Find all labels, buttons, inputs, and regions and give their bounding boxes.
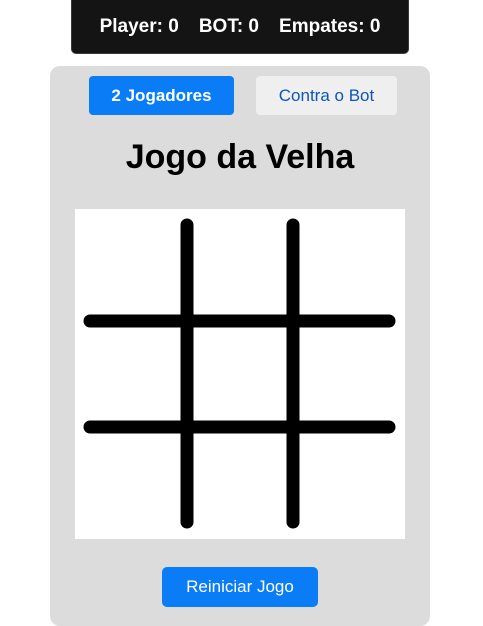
ties-score: Empates: 0 bbox=[279, 15, 381, 37]
player-score: Player: 0 bbox=[99, 15, 179, 37]
board-cell-1[interactable] bbox=[80, 214, 190, 324]
board-cell-5[interactable] bbox=[187, 321, 297, 431]
game-board bbox=[75, 209, 405, 539]
board-cell-3[interactable] bbox=[294, 214, 404, 324]
board-cell-8[interactable] bbox=[187, 428, 297, 538]
board-cell-2[interactable] bbox=[187, 214, 297, 324]
board-cell-9[interactable] bbox=[294, 428, 404, 538]
vs-bot-button[interactable]: Contra o Bot bbox=[256, 76, 397, 115]
bot-score: BOT: 0 bbox=[198, 15, 260, 37]
two-players-button[interactable]: 2 Jogadores bbox=[89, 76, 234, 115]
board-cell-6[interactable] bbox=[294, 321, 404, 431]
reset-game-button[interactable]: Reiniciar Jogo bbox=[162, 567, 318, 607]
board-cell-7[interactable] bbox=[80, 428, 190, 538]
game-panel: 2 Jogadores Contra o Bot Jogo da Velha R… bbox=[50, 66, 430, 626]
board-cell-4[interactable] bbox=[80, 321, 190, 431]
page-title: Jogo da Velha bbox=[125, 138, 355, 176]
scoreboard: Player: 0 BOT: 0 Empates: 0 bbox=[72, 0, 408, 53]
